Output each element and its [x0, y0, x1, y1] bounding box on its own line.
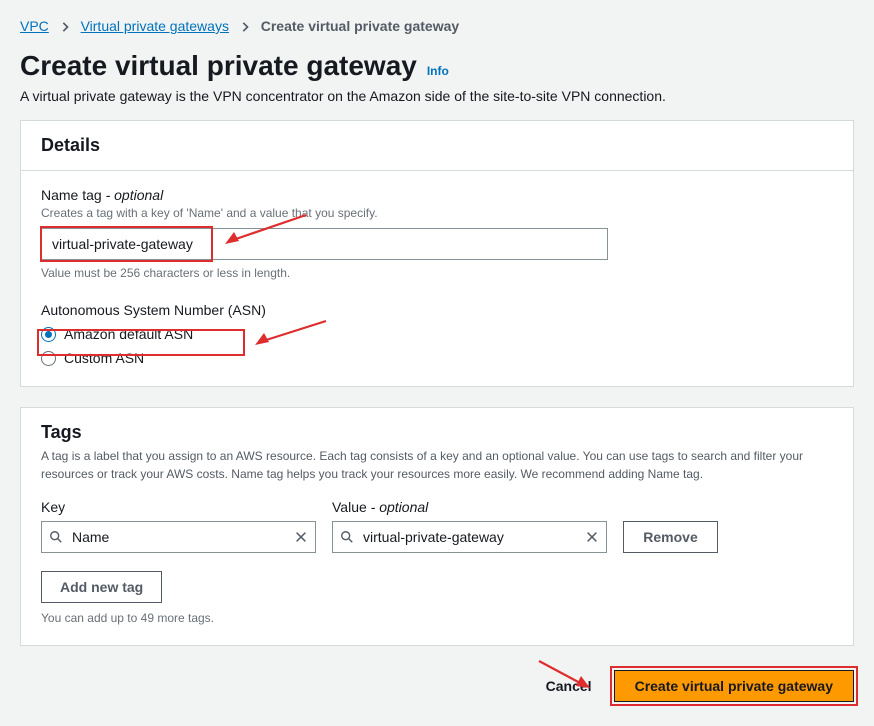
asn-option-custom-label: Custom ASN	[64, 350, 144, 366]
page-description: A virtual private gateway is the VPN con…	[20, 88, 854, 104]
breadcrumb-vpc[interactable]: VPC	[20, 18, 49, 34]
search-icon	[340, 530, 354, 544]
tags-panel: Tags A tag is a label that you assign to…	[20, 407, 854, 646]
name-tag-input[interactable]	[41, 228, 608, 260]
page-title: Create virtual private gateway	[20, 50, 417, 82]
tag-value-label: Value - optional	[332, 499, 607, 515]
breadcrumb-vpg[interactable]: Virtual private gateways	[81, 18, 229, 34]
asn-option-default-label: Amazon default ASN	[64, 326, 193, 342]
radio-unchecked-icon	[41, 351, 56, 366]
close-icon[interactable]	[585, 530, 599, 544]
close-icon[interactable]	[294, 530, 308, 544]
chevron-right-icon	[241, 18, 253, 34]
asn-option-default[interactable]: Amazon default ASN	[41, 326, 833, 342]
add-tag-button[interactable]: Add new tag	[41, 571, 162, 603]
tag-row: Key Value - optional	[41, 499, 833, 553]
tag-key-label: Key	[41, 499, 316, 515]
name-tag-hint: Creates a tag with a key of 'Name' and a…	[41, 206, 833, 220]
tags-description: A tag is a label that you assign to an A…	[41, 447, 833, 483]
info-link[interactable]: Info	[427, 64, 449, 78]
details-panel-header: Details	[21, 121, 853, 171]
asn-label: Autonomous System Number (ASN)	[41, 302, 833, 318]
breadcrumb: VPC Virtual private gateways Create virt…	[0, 0, 874, 44]
tag-key-input[interactable]	[41, 521, 316, 553]
tags-panel-header: Tags	[41, 422, 833, 443]
footer: Cancel Create virtual private gateway	[0, 666, 874, 726]
cancel-button[interactable]: Cancel	[542, 670, 596, 702]
page-header: Create virtual private gateway Info A vi…	[0, 44, 874, 120]
name-tag-label: Name tag - optional	[41, 187, 833, 203]
search-icon	[49, 530, 63, 544]
create-button[interactable]: Create virtual private gateway	[614, 670, 854, 702]
tags-limit-hint: You can add up to 49 more tags.	[41, 611, 833, 625]
breadcrumb-current: Create virtual private gateway	[261, 18, 459, 34]
remove-tag-button[interactable]: Remove	[623, 521, 718, 553]
asn-option-custom[interactable]: Custom ASN	[41, 350, 833, 366]
details-panel: Details Name tag - optional Creates a ta…	[20, 120, 854, 387]
tag-value-input[interactable]	[332, 521, 607, 553]
radio-checked-icon	[41, 327, 56, 342]
name-tag-validation: Value must be 256 characters or less in …	[41, 266, 833, 280]
chevron-right-icon	[61, 18, 73, 34]
